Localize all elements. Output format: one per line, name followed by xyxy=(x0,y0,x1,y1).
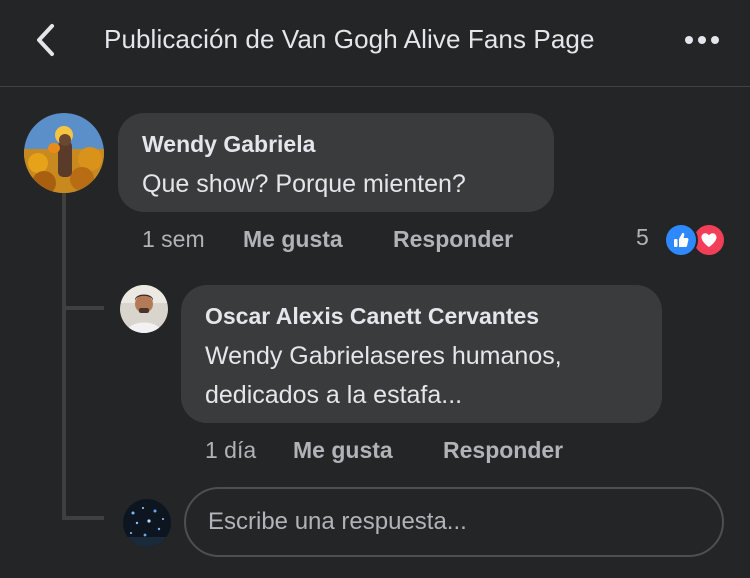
reply-text-line-1: Wendy Gabrielaseres humanos, xyxy=(205,342,562,370)
thread-line-vertical xyxy=(62,192,66,516)
thread-connector-reply xyxy=(62,306,104,310)
back-button[interactable] xyxy=(24,18,68,62)
reply-text-line-2: dedicados a la estafa... xyxy=(205,381,463,409)
comment-author[interactable]: Wendy Gabriela xyxy=(142,131,315,158)
comment-text: Que show? Porque mienten? xyxy=(142,170,466,198)
reply-reply-button[interactable]: Responder xyxy=(443,437,563,464)
thread-connector-composer xyxy=(62,516,104,520)
reply-like-button[interactable]: Me gusta xyxy=(293,437,393,464)
reply-input[interactable] xyxy=(184,487,724,557)
top-bar: Publicación de Van Gogh Alive Fans Page xyxy=(0,0,750,87)
comment-reply-button[interactable]: Responder xyxy=(393,226,513,253)
comment-timestamp: 1 sem xyxy=(142,226,205,252)
chevron-left-icon xyxy=(37,24,54,56)
thumbs-up-icon xyxy=(664,223,698,257)
page-title: Publicación de Van Gogh Alive Fans Page xyxy=(104,24,595,54)
more-horizontal-icon xyxy=(685,36,719,44)
profile-photo xyxy=(24,113,104,193)
reply-author[interactable]: Oscar Alexis Canett Cervantes xyxy=(205,303,539,330)
avatar-wendy[interactable] xyxy=(24,113,104,193)
reaction-count: 5 xyxy=(636,224,649,250)
reply-timestamp: 1 día xyxy=(205,437,257,463)
profile-photo xyxy=(120,285,168,333)
avatar-oscar[interactable] xyxy=(120,285,168,333)
comment-like-button[interactable]: Me gusta xyxy=(243,226,343,253)
comment-thread-screen: Publicación de Van Gogh Alive Fans Page xyxy=(0,0,750,578)
more-options-button[interactable] xyxy=(678,24,726,56)
avatar-current-user xyxy=(123,499,171,547)
profile-photo xyxy=(123,499,171,547)
